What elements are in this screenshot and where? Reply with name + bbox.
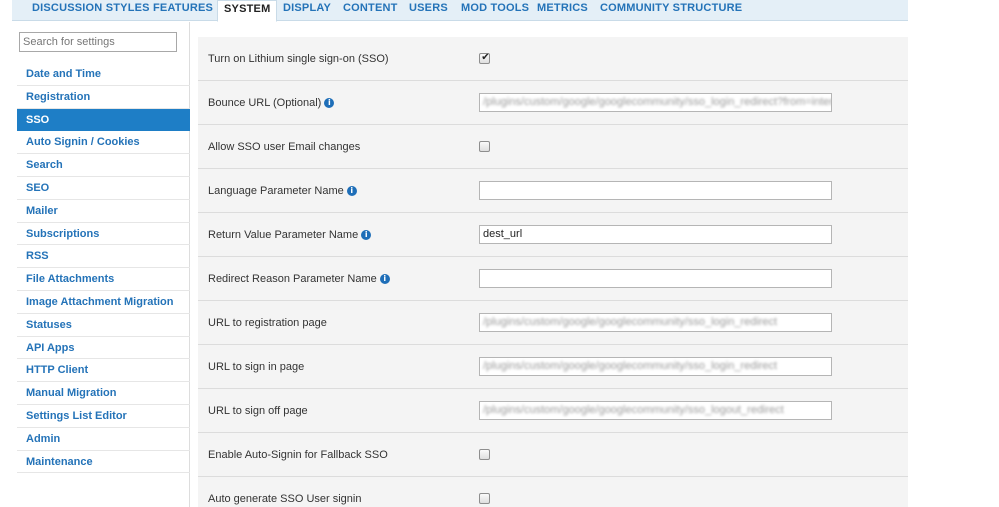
field-value: /plugins/custom/google/googlecommunity/s… (483, 316, 778, 328)
setting-row-allow-email-changes: Allow SSO user Email changes (198, 125, 908, 169)
sidebar-item-admin[interactable]: Admin (17, 428, 190, 451)
allow-email-changes-checkbox[interactable] (479, 141, 490, 152)
tab-community-structure[interactable]: COMMUNITY STRUCTURE (600, 0, 742, 21)
setting-label: Turn on Lithium single sign-on (SSO) (208, 53, 389, 65)
sidebar-item-statuses[interactable]: Statuses (17, 314, 190, 337)
tab-mod-tools[interactable]: MOD TOOLS (461, 0, 529, 21)
tab-display[interactable]: DISPLAY (283, 0, 331, 21)
sidebar-item-sso[interactable]: SSO (17, 108, 190, 132)
setting-label: Allow SSO user Email changes (208, 141, 361, 153)
sidebar-item-http-client[interactable]: HTTP Client (17, 359, 190, 383)
info-icon[interactable]: i (379, 274, 390, 284)
sign-in-url-field[interactable]: /plugins/custom/google/googlecommunity/s… (479, 357, 832, 376)
tab-discussion-styles[interactable]: DISCUSSION STYLES (32, 0, 150, 21)
sidebar-item-auto-signin-cookies[interactable]: Auto Signin / Cookies (17, 131, 190, 155)
tab-content[interactable]: CONTENT (343, 0, 398, 21)
tab-users[interactable]: USERS (409, 0, 448, 21)
field-value: /plugins/custom/google/googlecommunity/s… (483, 404, 784, 416)
sidebar-item-settings-list-editor[interactable]: Settings List Editor (17, 405, 190, 428)
setting-row-return-value-param: Return Value Parameter Name i dest_url (198, 213, 908, 257)
sidebar-item-file-attachments[interactable]: File Attachments (17, 268, 190, 291)
setting-label: Redirect Reason Parameter Name (208, 273, 377, 285)
return-value-param-field[interactable]: dest_url (479, 225, 832, 244)
auto-generate-signin-checkbox[interactable] (479, 493, 490, 504)
bounce-url-field[interactable]: /plugins/custom/google/googlecommunity/s… (479, 93, 832, 112)
field-value: /plugins/custom/google/googlecommunity/s… (483, 360, 778, 372)
sso-settings-panel: Turn on Lithium single sign-on (SSO) ✔ B… (198, 37, 908, 507)
settings-sidebar: Date and Time Registration SSO Auto Sign… (9, 22, 190, 507)
setting-row-sign-in-url: URL to sign in page /plugins/custom/goog… (198, 345, 908, 389)
sidebar-item-api-apps[interactable]: API Apps (17, 337, 190, 360)
sidebar-item-registration[interactable]: Registration (17, 86, 190, 109)
setting-row-bounce-url: Bounce URL (Optional) i /plugins/custom/g… (198, 81, 908, 125)
tab-features[interactable]: FEATURES (153, 0, 213, 21)
setting-label-wrap: Return Value Parameter Name i (208, 213, 372, 257)
setting-label: Enable Auto-Signin for Fallback SSO (208, 449, 388, 461)
setting-label: Bounce URL (Optional) (208, 97, 322, 109)
field-value: dest_url (483, 228, 523, 240)
search-settings-input[interactable] (19, 32, 177, 52)
setting-label-wrap: Language Parameter Name i (208, 169, 357, 213)
setting-row-auto-signin-fallback: Enable Auto-Signin for Fallback SSO (198, 433, 908, 477)
sidebar-item-seo[interactable]: SEO (17, 177, 190, 200)
tab-system[interactable]: SYSTEM (217, 0, 278, 22)
setting-row-registration-url: URL to registration page /plugins/custom… (198, 301, 908, 345)
info-icon[interactable]: i (346, 186, 357, 196)
setting-row-sign-off-url: URL to sign off page /plugins/custom/goo… (198, 389, 908, 433)
sign-off-url-field[interactable]: /plugins/custom/google/googlecommunity/s… (479, 401, 832, 420)
sidebar-item-mailer[interactable]: Mailer (17, 200, 190, 223)
setting-label: URL to registration page (208, 317, 327, 329)
setting-row-sso-enabled: Turn on Lithium single sign-on (SSO) ✔ (198, 37, 908, 81)
info-icon[interactable]: i (361, 230, 372, 240)
top-tab-bar: DISCUSSION STYLES FEATURES SYSTEM DISPLA… (12, 0, 908, 22)
setting-row-language-param: Language Parameter Name i (198, 169, 908, 213)
sidebar-nav: Date and Time Registration SSO Auto Sign… (17, 63, 190, 474)
field-value: /plugins/custom/google/googlecommunity/s… (483, 96, 831, 108)
language-param-field[interactable] (479, 181, 832, 200)
sidebar-item-manual-migration[interactable]: Manual Migration (17, 382, 190, 405)
sidebar-item-subscriptions[interactable]: Subscriptions (17, 223, 190, 246)
auto-signin-fallback-checkbox[interactable] (479, 449, 490, 460)
sidebar-item-search[interactable]: Search (17, 154, 190, 177)
setting-label: Return Value Parameter Name (208, 229, 359, 241)
setting-label: Auto generate SSO User signin (208, 493, 362, 505)
setting-label: Language Parameter Name (208, 185, 344, 197)
sidebar-item-image-attachment-migration[interactable]: Image Attachment Migration (17, 291, 190, 314)
checkmark-icon: ✔ (481, 52, 490, 63)
setting-label: URL to sign off page (208, 405, 308, 417)
setting-label: URL to sign in page (208, 361, 305, 373)
sidebar-item-maintenance[interactable]: Maintenance (17, 451, 190, 474)
info-icon[interactable]: i (324, 98, 335, 108)
setting-label-wrap: Redirect Reason Parameter Name i (208, 257, 390, 301)
registration-url-field[interactable]: /plugins/custom/google/googlecommunity/s… (479, 313, 832, 332)
setting-row-redirect-reason-param: Redirect Reason Parameter Name i (198, 257, 908, 301)
setting-row-auto-generate-signin: Auto generate SSO User signin (198, 477, 908, 507)
tab-metrics[interactable]: METRICS (537, 0, 588, 21)
sidebar-item-rss[interactable]: RSS (17, 245, 190, 269)
sidebar-item-date-and-time[interactable]: Date and Time (17, 63, 190, 86)
redirect-reason-param-field[interactable] (479, 269, 832, 288)
sso-enabled-checkbox[interactable]: ✔ (479, 52, 490, 64)
setting-label-wrap: Bounce URL (Optional) i (208, 81, 335, 125)
